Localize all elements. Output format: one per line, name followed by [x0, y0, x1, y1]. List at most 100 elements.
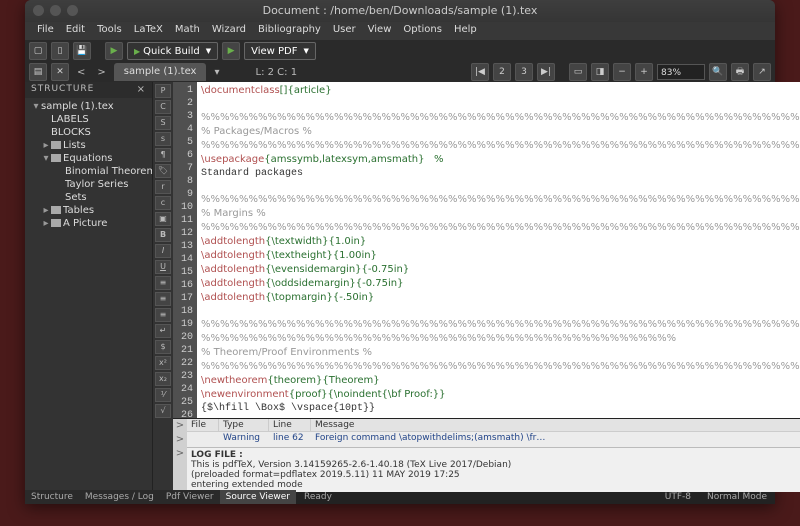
ref-icon[interactable]: r [155, 180, 171, 194]
sup-icon[interactable]: x² [155, 356, 171, 370]
prev-doc-icon[interactable]: < [73, 67, 89, 78]
status-encoding: UTF-8 [657, 492, 699, 502]
code-editor[interactable]: 1234567891011121314151617181920212223242… [173, 82, 800, 418]
log-line: entering extended mode [191, 480, 800, 490]
log-line: (preloaded format=pdflatex 2019.5.11) 11… [191, 470, 800, 480]
structure-tree[interactable]: ▾sample (1).texLABELSBLOCKS▸Lists▾Equati… [25, 98, 152, 490]
tabbar: ▤ ✕ < > sample (1).tex ▾ L: 2 C: 1 |◀ 2 … [25, 62, 775, 82]
status-tab-messages[interactable]: Messages / Log [79, 490, 160, 504]
messages-collapse-icon[interactable]: > [173, 419, 187, 433]
tree-node[interactable]: Sets [27, 191, 150, 204]
tree-node[interactable]: ▸A Picture [27, 217, 150, 230]
main-toolbar: ▢ ▯ 💾 ▶ ▶Quick Build▼ ▶ View PDF▼ [25, 40, 775, 62]
tree-node[interactable]: ▾Equations [27, 152, 150, 165]
statusbar: Structure Messages / Log Pdf Viewer Sour… [25, 490, 775, 504]
status-tab-structure[interactable]: Structure [25, 490, 79, 504]
next-doc-icon[interactable]: > [93, 67, 109, 78]
zoom-in-icon[interactable]: + [635, 63, 653, 81]
menubar: File Edit Tools LaTeX Math Wizard Biblio… [25, 22, 775, 40]
section-icon[interactable]: S [155, 116, 171, 130]
zoom-out-icon[interactable]: − [613, 63, 631, 81]
pdf-find-icon[interactable]: 🔍 [709, 63, 727, 81]
window-controls[interactable] [33, 5, 78, 16]
window-title: Document : /home/ben/Downloads/sample (1… [263, 4, 538, 17]
math-icon[interactable]: $ [155, 340, 171, 354]
cursor-position: L: 2 C: 1 [252, 67, 302, 78]
pdf-fit-icon[interactable]: ▭ [569, 63, 587, 81]
tree-node[interactable]: BLOCKS [27, 126, 150, 139]
sub-icon[interactable]: x₂ [155, 372, 171, 386]
status-mode: Normal Mode [699, 492, 775, 502]
pdf-nav1-icon[interactable]: |◀ [471, 63, 489, 81]
right-icon[interactable]: ≡ [155, 308, 171, 322]
tree-node[interactable]: Binomial Theorem [27, 165, 150, 178]
messages-collapse-icon2[interactable]: > [173, 433, 187, 447]
menu-edit[interactable]: Edit [60, 22, 91, 40]
tree-node[interactable]: Taylor Series [27, 178, 150, 191]
label-icon[interactable]: 🏷 [155, 164, 171, 178]
italic-icon[interactable]: I [155, 244, 171, 258]
status-tab-pdf[interactable]: Pdf Viewer [160, 490, 220, 504]
messages-header: File Type Line Message [187, 419, 800, 432]
pdf-nav2-icon[interactable]: 2 [493, 63, 511, 81]
message-row[interactable]: Warning line 62 Foreign command \atopwit… [187, 432, 800, 445]
tree-node[interactable]: ▸Tables [27, 204, 150, 217]
center-icon[interactable]: ≡ [155, 292, 171, 306]
menu-math[interactable]: Math [169, 22, 206, 40]
menu-bibliography[interactable]: Bibliography [252, 22, 327, 40]
tab-sample[interactable]: sample (1).tex [114, 63, 207, 81]
pdf-mode-icon[interactable]: ◨ [591, 63, 609, 81]
tree-node[interactable]: LABELS [27, 113, 150, 126]
chapter-icon[interactable]: C [155, 100, 171, 114]
doc-list-icon[interactable]: ▤ [29, 63, 47, 81]
bold-icon[interactable]: B [155, 228, 171, 242]
editor-iconstrip: P C S s ¶ 🏷 r c ▣ B I U ≡ ≡ ≡ ↵ $ [153, 82, 173, 418]
run-icon[interactable]: ▶ [105, 42, 123, 60]
left-icon[interactable]: ≡ [155, 276, 171, 290]
pdf-print-icon[interactable]: 🖶 [731, 63, 749, 81]
structure-sidebar: STRUCTURE× ▾sample (1).texLABELSBLOCKS▸L… [25, 82, 153, 490]
cite-icon[interactable]: c [155, 196, 171, 210]
structure-title: STRUCTURE× [25, 82, 152, 98]
close-doc-icon[interactable]: ✕ [51, 63, 69, 81]
open-file-icon[interactable]: ▯ [51, 42, 69, 60]
underline-icon[interactable]: U [155, 260, 171, 274]
log-line: This is pdfTeX, Version 3.14159265-2.6-1… [191, 460, 800, 470]
line-gutter: 1234567891011121314151617181920212223242… [173, 82, 197, 418]
titlebar[interactable]: Document : /home/ben/Downloads/sample (1… [25, 0, 775, 22]
menu-file[interactable]: File [31, 22, 60, 40]
structure-close-icon[interactable]: × [137, 84, 146, 96]
paragraph-icon[interactable]: ¶ [155, 148, 171, 162]
menu-tools[interactable]: Tools [91, 22, 128, 40]
menu-latex[interactable]: LaTeX [128, 22, 169, 40]
menu-options[interactable]: Options [397, 22, 448, 40]
pdf-nav3-icon[interactable]: 3 [515, 63, 533, 81]
view-icon[interactable]: ▶ [222, 42, 240, 60]
messages-panel: > > File Type Line Message [173, 418, 800, 447]
tree-node[interactable]: ▸Lists [27, 139, 150, 152]
pdf-ext-icon[interactable]: ↗ [753, 63, 771, 81]
log-panel: LOG FILE : This is pdfTeX, Version 3.141… [187, 447, 800, 492]
zoom-level[interactable]: 83% [657, 64, 705, 80]
save-file-icon[interactable]: 💾 [73, 42, 91, 60]
status-tab-source[interactable]: Source Viewer [220, 490, 296, 504]
part-icon[interactable]: P [155, 84, 171, 98]
newline-icon[interactable]: ↵ [155, 324, 171, 338]
subsection-icon[interactable]: s [155, 132, 171, 146]
frac-icon[interactable]: ⅟ [155, 388, 171, 402]
menu-help[interactable]: Help [448, 22, 483, 40]
app-window: Document : /home/ben/Downloads/sample (1… [25, 0, 775, 504]
code-area[interactable]: \documentclass[]{article} %%%%%%%%%%%%%%… [197, 82, 800, 418]
quick-build-button[interactable]: ▶Quick Build▼ [127, 42, 218, 60]
menu-user[interactable]: User [327, 22, 362, 40]
menu-view[interactable]: View [362, 22, 398, 40]
pdf-nav4-icon[interactable]: ▶| [537, 63, 555, 81]
dropdown-icon[interactable]: ▾ [210, 67, 223, 78]
tree-node[interactable]: ▾sample (1).tex [27, 100, 150, 113]
view-pdf-button[interactable]: View PDF▼ [244, 42, 316, 60]
sqrt-icon[interactable]: √ [155, 404, 171, 418]
log-collapse-icon[interactable]: > [173, 447, 187, 492]
menu-wizard[interactable]: Wizard [206, 22, 252, 40]
image-icon[interactable]: ▣ [155, 212, 171, 226]
new-file-icon[interactable]: ▢ [29, 42, 47, 60]
